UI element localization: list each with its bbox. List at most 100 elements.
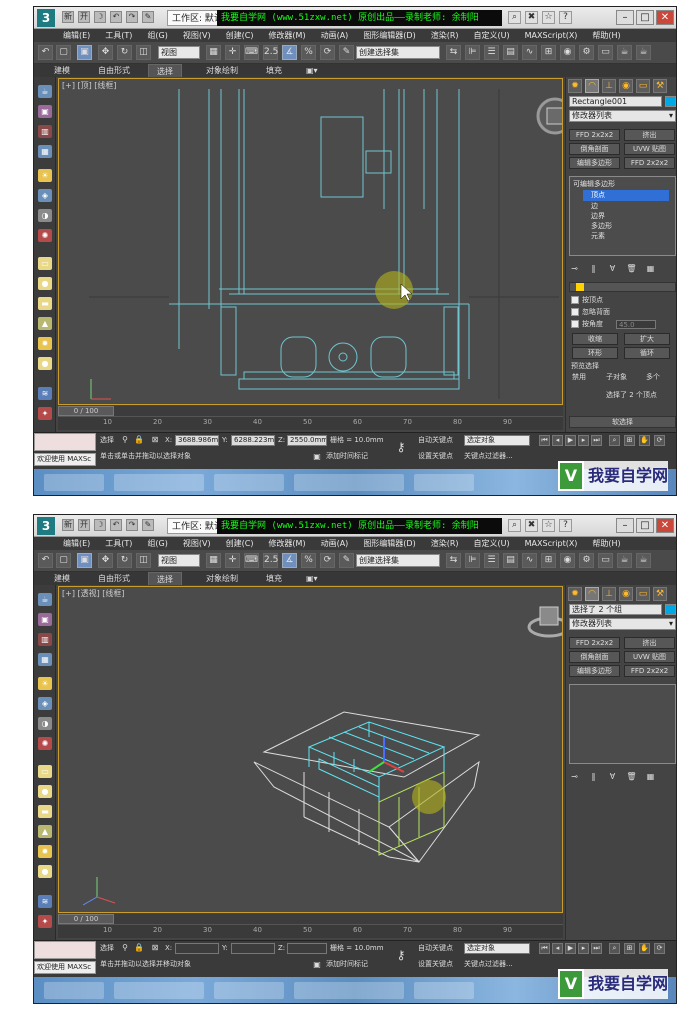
ffd-button[interactable]: FFD 2x2x2 <box>569 129 620 141</box>
object-name-field[interactable]: Rectangle001 <box>569 96 662 107</box>
percent-snap-icon[interactable]: % <box>301 45 316 60</box>
mirror-icon[interactable]: ⇆ <box>446 45 461 60</box>
torus-icon[interactable]: ✹ <box>38 845 52 858</box>
rotate-icon[interactable]: ↻ <box>117 45 132 60</box>
pan-icon[interactable]: ✋ <box>639 435 650 446</box>
by-angle-checkbox[interactable]: 按角度 <box>571 319 603 329</box>
key-mode-combo[interactable]: 选定对象 <box>464 943 530 954</box>
add-time-tag[interactable]: 添加时间标记 <box>326 451 368 462</box>
menu-customize[interactable]: 自定义(U) <box>474 537 510 550</box>
light-icon[interactable]: ☀ <box>38 169 52 182</box>
moon-icon[interactable]: ◑ <box>38 209 52 222</box>
radio-disabled[interactable]: 禁用 <box>572 372 586 382</box>
auto-key-button[interactable]: 自动关键点 <box>418 435 453 446</box>
edit-poly-button[interactable]: 编辑多边形 <box>569 157 620 169</box>
extrude-button[interactable]: 挤出 <box>624 637 675 649</box>
help-icon[interactable]: ? <box>559 519 572 532</box>
sphere-icon[interactable]: ● <box>38 785 52 798</box>
menu-rendering[interactable]: 渲染(R) <box>431 537 459 550</box>
open-icon[interactable]: 开 <box>78 11 90 23</box>
play-icon[interactable]: ▶ <box>565 943 576 954</box>
extrude-button[interactable]: 挤出 <box>624 129 675 141</box>
layer-icon[interactable]: ☰ <box>484 45 499 60</box>
hierarchy-tab-icon[interactable]: ⊥ <box>602 79 616 93</box>
shrink-button[interactable]: 收缩 <box>572 333 618 345</box>
key-filters-button[interactable]: 关键点过滤器... <box>464 451 513 462</box>
tab-freeform[interactable]: 自由形式 <box>98 64 130 77</box>
next-frame-icon[interactable]: ▸ <box>578 435 589 446</box>
time-slider-knob[interactable]: 0 / 100 <box>58 406 114 416</box>
zoom-all-icon[interactable]: ⊞ <box>624 943 635 954</box>
tab-object-paint[interactable]: 对象绘制 <box>206 572 238 585</box>
radio-multi[interactable]: 多个 <box>646 372 660 382</box>
by-vertex-checkbox[interactable]: 按顶点 <box>571 295 603 305</box>
time-slider[interactable]: 0 / 100 <box>58 914 563 924</box>
radio-subobject[interactable]: 子对象 <box>606 372 627 382</box>
y-coordinate[interactable] <box>231 943 275 954</box>
new-icon[interactable]: 新 <box>62 11 74 23</box>
bevel-profile-button[interactable]: 倒角剖面 <box>569 651 620 663</box>
y-coordinate[interactable]: 6288.223m <box>231 435 275 446</box>
menu-edit[interactable]: 编辑(E) <box>63 29 90 42</box>
close-button[interactable]: ✕ <box>656 10 674 25</box>
viewport-perspective[interactable]: [+] [透视] [线框] <box>58 586 563 913</box>
show-end-result-icon[interactable]: ‖ <box>588 771 599 782</box>
maxscript-mini-listener[interactable] <box>34 433 96 451</box>
z-coordinate[interactable] <box>287 943 327 954</box>
motion-tab-icon[interactable]: ◉ <box>619 587 633 601</box>
angle-snap-icon[interactable]: ∡ <box>282 553 297 568</box>
ffd-2-button[interactable]: FFD 2x2x2 <box>624 157 675 169</box>
align-icon[interactable]: ⊫ <box>465 45 480 60</box>
auto-key-button[interactable]: 自动关键点 <box>418 943 453 954</box>
key-mode-combo[interactable]: 选定对象 <box>464 435 530 446</box>
schematic-icon[interactable]: ⊞ <box>541 553 556 568</box>
key-icon[interactable]: ⚷ <box>396 949 406 961</box>
undo-tool-icon[interactable]: ↶ <box>38 553 53 568</box>
tab-selection[interactable]: 选择 <box>148 572 182 585</box>
render-prod-icon[interactable]: ☕ <box>636 553 651 568</box>
object-color-swatch[interactable] <box>665 604 676 615</box>
open-icon[interactable]: 开 <box>78 519 90 531</box>
go-to-end-icon[interactable]: ⏭ <box>591 435 602 446</box>
create-tab-icon[interactable]: ✹ <box>568 587 582 601</box>
tab-modeling[interactable]: 建模 <box>54 64 70 77</box>
material-editor-icon[interactable]: ◉ <box>560 45 575 60</box>
menu-animation[interactable]: 动画(A) <box>321 29 349 42</box>
select-region-icon[interactable]: ▣ <box>77 553 92 568</box>
close-button[interactable]: ✕ <box>656 518 674 533</box>
time-slider[interactable]: 0 / 100 <box>58 406 563 416</box>
menu-edit[interactable]: 编辑(E) <box>63 537 90 550</box>
spinner-snap-icon[interactable]: ⟳ <box>320 553 335 568</box>
menu-help[interactable]: 帮助(H) <box>592 29 620 42</box>
snap-icon[interactable]: 2.5 <box>263 45 278 60</box>
render-setup-icon[interactable]: ⚙ <box>579 553 594 568</box>
remove-modifier-icon[interactable]: 🗑 <box>626 263 637 274</box>
move-icon[interactable]: ✥ <box>98 45 113 60</box>
show-end-result-icon[interactable]: ‖ <box>588 263 599 274</box>
utilities-tab-icon[interactable]: ⚒ <box>653 587 667 601</box>
select-manipulate-icon[interactable]: ✛ <box>225 553 240 568</box>
moon-icon[interactable]: ◑ <box>38 717 52 730</box>
configure-sets-icon[interactable]: ▦ <box>645 263 656 274</box>
angle-spinner[interactable]: 45.0 <box>616 320 656 329</box>
pivot-icon[interactable]: ▦ <box>206 45 221 60</box>
modifier-stack[interactable] <box>569 684 676 764</box>
zoom-all-icon[interactable]: ⊞ <box>624 435 635 446</box>
tab-modeling[interactable]: 建模 <box>54 572 70 585</box>
display-tab-icon[interactable]: ▭ <box>636 587 650 601</box>
exchange-icon[interactable]: ✖ <box>525 11 538 24</box>
reference-coord-combo[interactable]: 视图 <box>158 46 200 59</box>
menu-tools[interactable]: 工具(T) <box>105 537 132 550</box>
prev-frame-icon[interactable]: ◂ <box>552 435 563 446</box>
layer-icon[interactable]: ☰ <box>484 553 499 568</box>
menu-animation[interactable]: 动画(A) <box>321 537 349 550</box>
lock-icon[interactable]: 🔒 <box>134 943 144 953</box>
go-to-start-icon[interactable]: ⏮ <box>539 943 550 954</box>
sphere-icon[interactable]: ● <box>38 277 52 290</box>
redo-icon[interactable]: ↷ <box>126 519 138 531</box>
app-logo[interactable]: 3 <box>37 9 55 27</box>
set-key-button[interactable]: 设置关键点 <box>418 959 453 970</box>
graphite-icon[interactable]: ▤ <box>503 45 518 60</box>
helper-icon[interactable]: ◈ <box>38 189 52 202</box>
next-frame-icon[interactable]: ▸ <box>578 943 589 954</box>
